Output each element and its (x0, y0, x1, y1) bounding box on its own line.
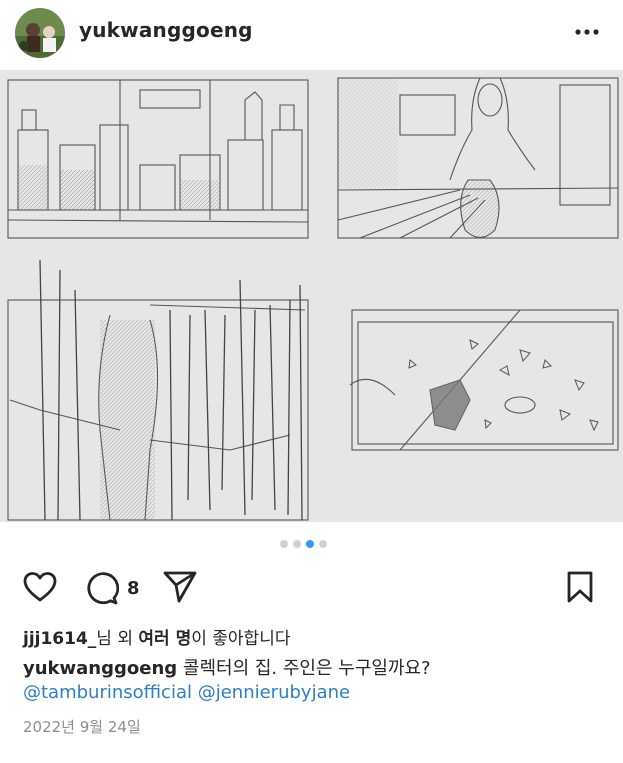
post-image[interactable] (0, 70, 623, 522)
caption-text: 콜렉터의 집. 주인은 누구일까요? (182, 658, 431, 679)
carousel-dot (293, 540, 301, 548)
caption-mentions[interactable]: @tamburinsofficial @jennierubyjane (23, 682, 350, 703)
caption: yukwanggoeng 콜렉터의 집. 주인은 누구일까요? (23, 654, 431, 680)
avatar[interactable] (15, 8, 65, 58)
likes-others[interactable]: 여러 명 (138, 629, 191, 649)
carousel-dot-active (306, 540, 314, 548)
post-username[interactable]: yukwanggoeng (79, 18, 253, 42)
comment-icon[interactable] (85, 571, 120, 609)
likes-user[interactable]: jjj1614_ (23, 629, 96, 649)
paper-plane-icon[interactable] (162, 570, 198, 608)
caption-username[interactable]: yukwanggoeng (23, 658, 177, 679)
post-date: 2022년 9월 24일 (23, 718, 141, 736)
bookmark-icon[interactable] (566, 570, 594, 608)
carousel-dot (280, 540, 288, 548)
carousel-dot (319, 540, 327, 548)
carousel-indicator (280, 540, 327, 550)
more-horizontal-icon[interactable] (572, 20, 602, 44)
heart-icon[interactable] (22, 571, 58, 607)
likes-text: 님 외 (96, 629, 139, 649)
post-header: yukwanggoeng (0, 0, 623, 66)
comment-count: 8 (127, 578, 140, 599)
likes-suffix: 이 좋아합니다 (191, 629, 291, 649)
likes-line[interactable]: jjj1614_님 외 여러 명이 좋아합니다 (23, 624, 290, 649)
